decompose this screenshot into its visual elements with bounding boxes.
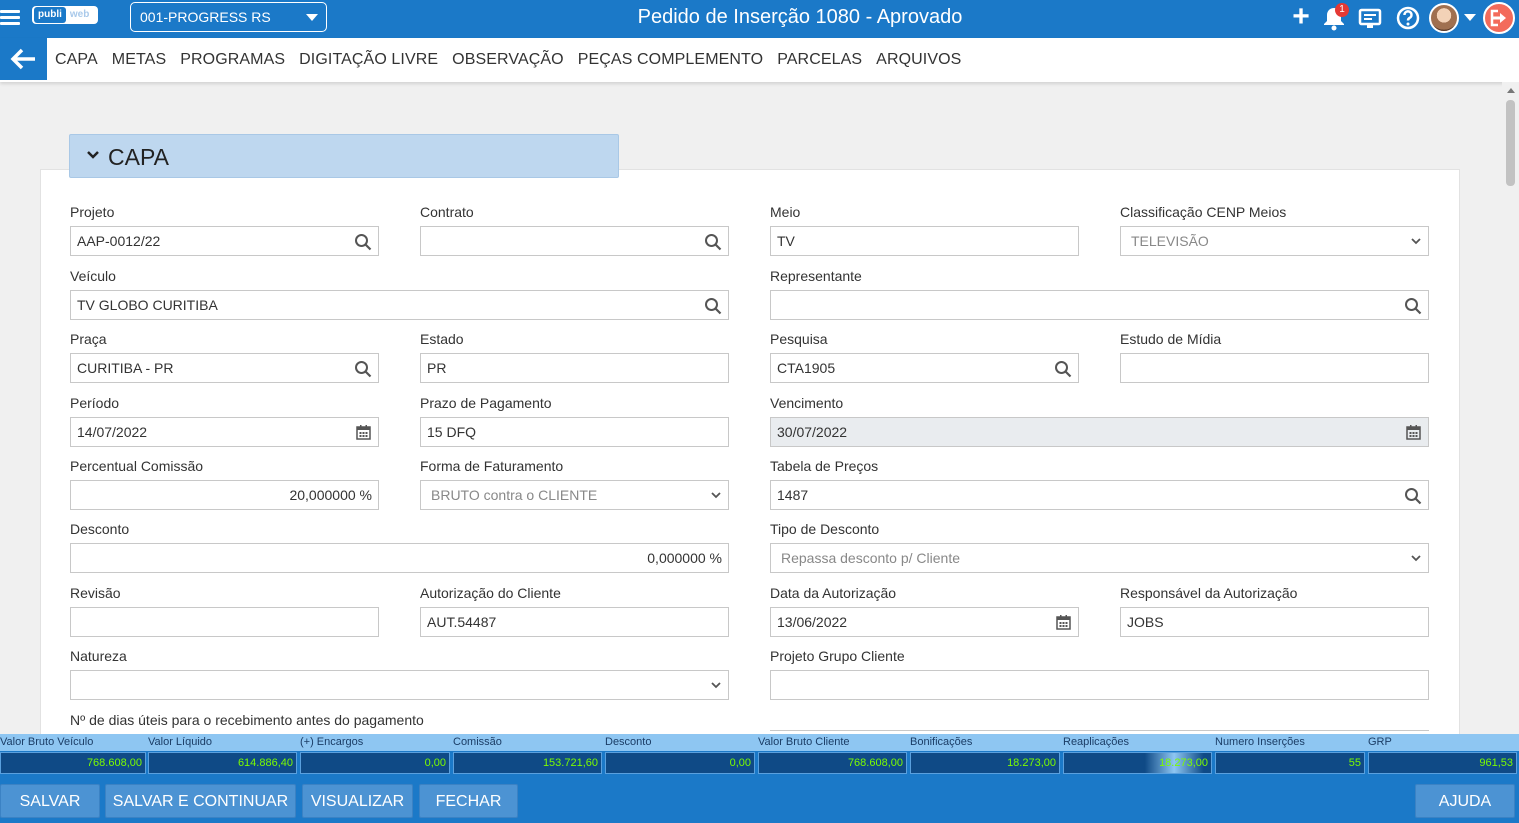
tab-parcelas[interactable]: PARCELAS: [777, 38, 862, 82]
page-title: Pedido de Inserção 1080 - Aprovado: [637, 6, 963, 28]
total-valor-liquido: Valor Líquido 614.886,40: [148, 734, 300, 776]
ajuda-button[interactable]: AJUDA: [1415, 784, 1515, 818]
avatar[interactable]: [1429, 3, 1459, 33]
veiculo-input[interactable]: TV GLOBO CURITIBA: [70, 290, 729, 320]
forma-faturamento-select[interactable]: BRUTO contra o CLIENTE: [420, 480, 729, 510]
tab-bar: CAPA METAS PROGRAMAS DIGITAÇÃO LIVRE OBS…: [0, 38, 1519, 82]
chevron-down-icon: [1411, 555, 1421, 562]
tab-observacao[interactable]: OBSERVAÇÃO: [452, 38, 564, 82]
notification-badge: 1: [1335, 3, 1349, 17]
chevron-down-icon[interactable]: [1464, 14, 1476, 21]
company-select[interactable]: 001-PROGRESS RS: [130, 2, 327, 32]
menu-icon[interactable]: [0, 7, 22, 29]
representante-input[interactable]: [770, 290, 1429, 320]
tab-digitacao-livre[interactable]: DIGITAÇÃO LIVRE: [299, 38, 438, 82]
logout-icon[interactable]: [1483, 2, 1515, 34]
total-grp: GRP 961,53: [1368, 734, 1519, 776]
tab-arquivos[interactable]: ARQUIVOS: [876, 38, 961, 82]
search-icon[interactable]: [354, 360, 372, 378]
vencimento-input: 30/07/2022: [770, 417, 1429, 447]
autorizacao-cliente-input[interactable]: AUT.54487: [420, 607, 729, 637]
periodo-input[interactable]: 14/07/2022: [70, 417, 379, 447]
contrato-input[interactable]: [420, 226, 729, 256]
chevron-down-icon: [306, 14, 318, 21]
total-numero-insercoes: Numero Inserções 55: [1215, 734, 1368, 776]
natureza-select[interactable]: [70, 670, 729, 700]
prazo-pagamento-input[interactable]: 15 DFQ: [420, 417, 729, 447]
plus-icon[interactable]: +: [1287, 2, 1315, 32]
calendar-icon[interactable]: [356, 424, 371, 440]
total-reaplicacoes: Reaplicações 18.273,00: [1063, 734, 1215, 776]
data-autorizacao-input[interactable]: 13/06/2022: [770, 607, 1079, 637]
chevron-down-icon: [711, 682, 721, 689]
chevron-down-icon: [711, 492, 721, 499]
bell-icon[interactable]: 1: [1321, 3, 1349, 32]
estado-input[interactable]: PR: [420, 353, 729, 383]
total-valor-bruto-cliente: Valor Bruto Cliente 768.608,00: [758, 734, 910, 776]
arrow-left-icon: [10, 48, 35, 70]
revisao-input[interactable]: [70, 607, 379, 637]
percentual-comissao-input[interactable]: 20,000000 %: [70, 480, 379, 510]
tipo-desconto-select[interactable]: Repassa desconto p/ Cliente: [770, 543, 1429, 573]
visualizar-button[interactable]: VISUALIZAR: [302, 784, 413, 818]
search-icon[interactable]: [704, 233, 722, 251]
total-encargos: (+) Encargos 0,00: [300, 734, 453, 776]
tabela-precos-input[interactable]: 1487: [770, 480, 1429, 510]
section-title: CAPA: [108, 144, 169, 170]
tab-capa[interactable]: CAPA: [55, 38, 98, 82]
pesquisa-input[interactable]: CTA1905: [770, 353, 1079, 383]
total-valor-bruto-veiculo: Valor Bruto Veículo 768.608,00: [0, 734, 148, 776]
bottom-toolbar: SALVAR SALVAR E CONTINUAR VISUALIZAR FEC…: [0, 776, 1519, 823]
meio-input[interactable]: TV: [770, 226, 1079, 256]
calendar-icon[interactable]: [1056, 614, 1071, 630]
projeto-input[interactable]: AAP-0012/22: [70, 226, 379, 256]
fechar-button[interactable]: FECHAR: [419, 784, 518, 818]
praca-input[interactable]: CURITIBA - PR: [70, 353, 379, 383]
scrollbar[interactable]: [1502, 82, 1519, 734]
monitor-icon[interactable]: [1357, 4, 1385, 32]
search-icon[interactable]: [704, 297, 722, 315]
back-button[interactable]: [0, 38, 47, 80]
salvar-continuar-button[interactable]: SALVAR E CONTINUAR: [105, 784, 296, 818]
top-bar: publi web 001-PROGRESS RS Pedido de Inse…: [0, 0, 1519, 38]
projeto-grupo-cliente-input[interactable]: [770, 670, 1429, 700]
search-icon[interactable]: [1404, 297, 1422, 315]
total-comissao: Comissão 153.721,60: [453, 734, 605, 776]
calendar-icon: [1406, 425, 1421, 440]
search-icon[interactable]: [1404, 487, 1422, 505]
search-icon[interactable]: [1054, 360, 1072, 378]
section-header-capa[interactable]: CAPA: [69, 134, 619, 178]
estudo-midia-input[interactable]: [1120, 353, 1429, 383]
desconto-input[interactable]: 0,000000 %: [70, 543, 729, 573]
tab-metas[interactable]: METAS: [112, 38, 166, 82]
responsavel-autorizacao-input[interactable]: JOBS: [1120, 607, 1429, 637]
total-bonificacoes: Bonificações 18.273,00: [910, 734, 1063, 776]
search-icon[interactable]: [354, 233, 372, 251]
scroll-up-icon[interactable]: [1507, 88, 1515, 93]
help-icon[interactable]: [1394, 4, 1422, 32]
tab-programas[interactable]: PROGRAMAS: [180, 38, 285, 82]
classificacao-select[interactable]: TELEVISÃO: [1120, 226, 1429, 256]
total-desconto: Desconto 0,00: [605, 734, 758, 776]
tab-pecas-complemento[interactable]: PEÇAS COMPLEMENTO: [578, 38, 763, 82]
chevron-down-icon: [1411, 238, 1421, 245]
salvar-button[interactable]: SALVAR: [0, 784, 100, 818]
chevron-down-icon: [87, 151, 99, 159]
publiweb-logo: publi web: [32, 6, 98, 24]
scroll-thumb[interactable]: [1506, 100, 1515, 186]
